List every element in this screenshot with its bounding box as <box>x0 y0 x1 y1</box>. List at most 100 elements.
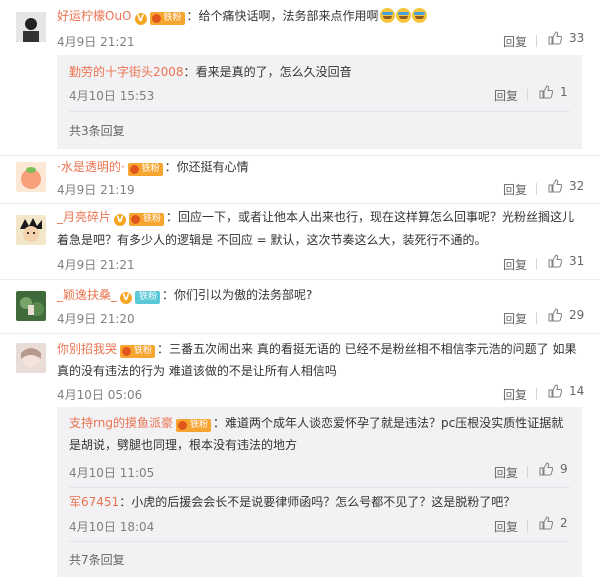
like-button[interactable]: 9 <box>539 462 568 476</box>
comment-text: 你还挺有心情 <box>176 160 249 174</box>
comment-text: 你们引以为傲的法务部呢? <box>174 288 313 302</box>
timestamp: 4月10日 18:04 <box>69 520 155 534</box>
comment-line: 好运柠檬OuO V 铁粉 ：给个痛快话啊，法务部来点作用啊 <box>57 6 582 27</box>
timestamp: 4月10日 15:53 <box>69 89 155 103</box>
comment-line: 着急是吧？有多少人的逻辑是 不回应 = 默认，这次节奏这么大，装死行不通的。 <box>57 230 582 251</box>
like-button[interactable]: 2 <box>539 516 568 530</box>
reply-line: 军67451：小虎的后援会会长不是说要律师函吗？怎么号都不见了？这是脱粉了吧？ <box>69 495 516 509</box>
comment-text: 着急是吧？有多少人的逻辑是 不回应 = 默认，这次节奏这么大，装死行不通的。 <box>57 233 487 247</box>
row-divider <box>0 155 600 156</box>
username[interactable]: _月亮碎片 <box>57 210 111 224</box>
like-count: 2 <box>560 516 568 530</box>
comment-line: 你别招我哭 铁粉 ：三番五次闹出来 真的看挺无语的 已经不是粉丝相不相信李元浩的问题… <box>57 342 577 358</box>
timestamp: 4月9日 21:19 <box>57 183 135 197</box>
fan-badge: 铁粉 <box>129 213 165 226</box>
crying-face-icon <box>395 8 411 23</box>
divider <box>69 487 570 488</box>
divider <box>69 541 570 542</box>
reply-text: 看来是真的了，怎么久没回音 <box>195 65 352 79</box>
avatar[interactable] <box>16 215 46 245</box>
thumbs-up-icon <box>548 179 562 193</box>
timestamp: 4月10日 05:06 <box>57 388 143 402</box>
thumbs-up-icon <box>539 462 553 476</box>
reply-button[interactable]: 回复 <box>494 518 518 535</box>
fan-badge: 铁粉 <box>135 291 161 304</box>
reply-text: 小虎的后援会会长不是说要律师函吗？怎么号都不见了？这是脱粉了吧？ <box>131 495 516 509</box>
comment-text: 给个痛快话啊，法务部来点作用啊 <box>198 9 379 23</box>
like-button[interactable]: 31 <box>548 254 584 268</box>
reply-button[interactable]: 回复 <box>503 181 527 198</box>
thumbs-up-icon <box>539 516 553 530</box>
thumbs-up-icon <box>548 384 562 398</box>
reply-button[interactable]: 回复 <box>494 87 518 104</box>
reply-button[interactable]: 回复 <box>503 33 527 50</box>
verified-badge-icon: V <box>114 214 127 226</box>
more-replies-link[interactable]: 共7条回复 <box>69 551 125 568</box>
reply-line: 是胡说，劈腿也同理，根本没有违法的地方 <box>69 435 570 456</box>
avatar[interactable] <box>16 12 46 42</box>
verified-badge-icon: V <box>134 13 147 25</box>
row-divider <box>0 333 600 334</box>
comment-line: ·水是透明的· 铁粉 ：你还挺有心情 <box>57 160 249 176</box>
verified-badge-icon: V <box>120 292 133 304</box>
avatar[interactable] <box>16 162 46 192</box>
username[interactable]: 你别招我哭 <box>57 342 117 356</box>
like-count: 14 <box>569 384 585 398</box>
thumbs-up-icon <box>548 308 562 322</box>
comment-text: 三番五次闹出来 真的看挺无语的 已经不是粉丝相不相信李元浩的问题了 如果 <box>169 342 577 356</box>
divider <box>536 35 537 47</box>
divider <box>527 466 528 478</box>
username[interactable]: _颖逸扶桑_ <box>57 288 117 302</box>
like-count: 32 <box>569 179 585 193</box>
comment-text: 回应一下，或者让他本人出来也行，现在这样算怎么回事呢？光粉丝搁这儿 <box>178 210 575 224</box>
divider <box>536 258 537 270</box>
like-button[interactable]: 29 <box>548 308 584 322</box>
comment-text: 真的没有违法的行为 难道该做的不是让所有人相信吗 <box>57 364 337 378</box>
thumbs-up-icon <box>548 254 562 268</box>
username[interactable]: 好运柠檬OuO <box>57 9 132 23</box>
timestamp: 4月9日 21:21 <box>57 258 135 272</box>
fan-badge: 铁粉 <box>149 12 185 25</box>
divider <box>527 520 528 532</box>
thumbs-up-icon <box>539 85 553 99</box>
like-count: 1 <box>560 85 568 99</box>
reply-text: 是胡说，劈腿也同理，根本没有违法的地方 <box>69 438 298 452</box>
like-count: 29 <box>569 308 585 322</box>
reply-box: 勤劳的十字街头2008：看来是真的了，怎么久没回音 4月10日 15:53 回复… <box>57 55 582 149</box>
crying-face-icon <box>411 8 427 23</box>
like-button[interactable]: 32 <box>548 179 584 193</box>
divider <box>69 111 570 112</box>
like-button[interactable]: 14 <box>548 384 584 398</box>
row-divider <box>0 279 600 280</box>
comment-line: 真的没有违法的行为 难道该做的不是让所有人相信吗 <box>57 361 582 382</box>
divider <box>527 89 528 101</box>
more-replies-link[interactable]: 共3条回复 <box>69 122 125 139</box>
like-button[interactable]: 33 <box>548 31 584 45</box>
reply-button[interactable]: 回复 <box>494 464 518 481</box>
username[interactable]: 勤劳的十字街头2008 <box>69 65 184 79</box>
divider <box>536 312 537 324</box>
avatar[interactable] <box>16 343 46 373</box>
divider <box>536 388 537 400</box>
reply-line: 支持rng的摸鱼派豪 铁粉 ：难道两个成年人谈恋爱怀孕了就是违法？pc压根没实质性证… <box>69 416 564 432</box>
timestamp: 4月10日 11:05 <box>69 466 155 480</box>
reply-button[interactable]: 回复 <box>503 256 527 273</box>
username[interactable]: 支持rng的摸鱼派豪 <box>69 416 173 430</box>
timestamp: 4月9日 21:21 <box>57 35 135 49</box>
comment-line: _月亮碎片 V 铁粉 ：回应一下，或者让他本人出来也行，现在这样算怎么回事呢？光粉丝搁… <box>57 210 575 226</box>
username[interactable]: ·水是透明的· <box>57 160 125 174</box>
like-count: 31 <box>569 254 585 268</box>
reply-text: 难道两个成年人谈恋爱怀孕了就是违法？pc压根没实质性证据就 <box>224 416 564 430</box>
timestamp: 4月9日 21:20 <box>57 312 135 326</box>
row-divider <box>0 203 600 204</box>
like-button[interactable]: 1 <box>539 85 568 99</box>
reply-button[interactable]: 回复 <box>503 310 527 327</box>
username[interactable]: 军67451 <box>69 495 119 509</box>
comment-line: _颖逸扶桑_ V 铁粉 ：你们引以为傲的法务部呢? <box>57 288 313 304</box>
avatar[interactable] <box>16 291 46 321</box>
like-count: 9 <box>560 462 568 476</box>
like-count: 33 <box>569 31 585 45</box>
reply-button[interactable]: 回复 <box>503 386 527 403</box>
reply-box: 支持rng的摸鱼派豪 铁粉 ：难道两个成年人谈恋爱怀孕了就是违法？pc压根没实质性证… <box>57 407 582 577</box>
fan-badge: 铁粉 <box>120 345 156 358</box>
